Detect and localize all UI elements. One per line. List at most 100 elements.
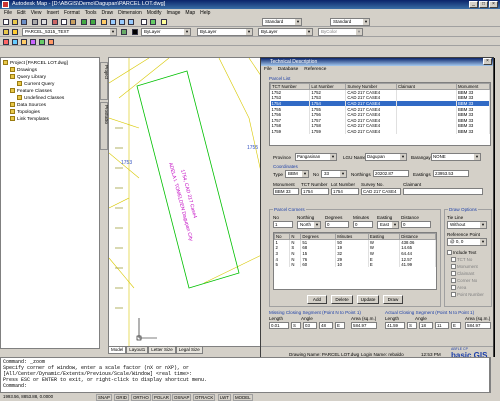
delete-button[interactable]: Delete — [331, 295, 353, 304]
dialog-menu-reference[interactable]: Reference — [304, 67, 326, 72]
lgu-select[interactable]: Dagupan — [365, 153, 407, 161]
tree-node[interactable]: Current Query — [17, 81, 54, 88]
color-icon[interactable] — [131, 28, 139, 36]
tab-prostudio[interactable]: Prostudio — [100, 102, 109, 150]
layer-manager-icon[interactable] — [2, 28, 10, 36]
redo-icon[interactable] — [89, 18, 97, 26]
table-row[interactable]: 1759 1759 CAD 217 CASE4 BBM 33 — [270, 128, 490, 135]
corner-no-checkbox[interactable]: Corner No — [451, 278, 477, 283]
menu-view[interactable]: View — [31, 9, 42, 17]
lineweight-combo[interactable]: ByLayer — [258, 28, 313, 36]
monument-field[interactable]: BBM 33 — [273, 188, 299, 195]
zoom-window-icon[interactable] — [118, 18, 126, 26]
dialog-menu-database[interactable]: Database — [278, 67, 299, 72]
map-export-icon[interactable] — [47, 38, 55, 46]
tab-letter-size[interactable]: Letter Size — [148, 347, 176, 354]
corner-no-field[interactable]: 1 — [273, 221, 293, 228]
tab-legal-size[interactable]: Legal Size — [175, 347, 203, 354]
text-style-combo[interactable]: Standard — [262, 18, 302, 26]
dim-style-combo[interactable]: Standard — [330, 18, 370, 26]
map-topology-icon[interactable] — [20, 38, 28, 46]
help-icon[interactable] — [160, 18, 168, 26]
tree-node[interactable]: Feature Classes — [10, 88, 52, 95]
map-data-icon[interactable] — [29, 38, 37, 46]
tree-node[interactable]: Undefined Classes — [17, 95, 64, 102]
design-center-icon[interactable] — [149, 18, 157, 26]
update-button[interactable]: Update — [357, 295, 379, 304]
layer-state-icon[interactable] — [11, 28, 19, 36]
command-window[interactable]: Command: _zoom Specify corner of window,… — [0, 357, 490, 393]
save-icon[interactable] — [20, 18, 28, 26]
drawing-canvas[interactable]: 1754, CAD 217 Case4 ADELA I. TOMELDEN Da… — [108, 57, 275, 347]
color-combo[interactable]: ByLayer — [141, 28, 191, 36]
print-icon[interactable] — [31, 18, 39, 26]
tree-node[interactable]: Project [PARCEL LOT.dwg] — [3, 60, 68, 67]
tree-node[interactable]: Drawings — [10, 67, 37, 74]
menu-dimension[interactable]: Dimension — [118, 9, 142, 17]
eastings-field[interactable]: 23953.53 — [433, 170, 469, 177]
point-number-checkbox[interactable]: Point Number — [451, 292, 484, 297]
undo-icon[interactable] — [80, 18, 88, 26]
corner-easting-select[interactable]: East — [377, 221, 399, 229]
menu-file[interactable]: File — [4, 9, 12, 17]
maximize-button[interactable]: □ — [479, 1, 488, 8]
barangay-select[interactable]: NONE — [431, 153, 481, 161]
map-attach-icon[interactable] — [11, 38, 19, 46]
tree-node[interactable]: Link Templates — [10, 116, 49, 123]
tab-project[interactable]: Project — [100, 62, 109, 100]
paste-icon[interactable] — [69, 18, 77, 26]
dialog-menu-file[interactable]: File — [264, 67, 272, 72]
tree-node[interactable]: Topologies — [10, 109, 40, 116]
copy-icon[interactable] — [60, 18, 68, 26]
tct-field[interactable]: 1754 — [301, 188, 329, 195]
province-select[interactable]: Pangasinan — [295, 153, 337, 161]
area-checkbox[interactable]: Area — [451, 285, 466, 290]
menu-image[interactable]: Image — [167, 9, 181, 17]
monument-checkbox[interactable]: Monument — [451, 264, 478, 269]
preview-icon[interactable] — [40, 18, 48, 26]
minimize-button[interactable]: _ — [469, 1, 478, 8]
zoom-icon[interactable] — [109, 18, 117, 26]
close-button[interactable]: × — [489, 1, 498, 8]
menu-edit[interactable]: Edit — [17, 9, 26, 17]
northings-field[interactable]: 20202.87 — [373, 170, 409, 177]
parcel-map[interactable]: 1754, CAD 217 Case4 ADELA I. TOMELDEN Da… — [109, 58, 275, 347]
command-scrollbar[interactable] — [490, 357, 500, 393]
table-row[interactable]: 5 N 60 10 E 41.99 — [274, 261, 436, 268]
cut-icon[interactable] — [51, 18, 59, 26]
claimant-field[interactable] — [403, 188, 483, 195]
menu-help[interactable]: Help — [200, 9, 210, 17]
tree-node[interactable]: Query Library — [10, 74, 46, 81]
menu-modify[interactable]: Modify — [147, 9, 162, 17]
corner-northing-select[interactable]: North — [297, 221, 321, 229]
tab-layout1[interactable]: Layout1 — [126, 347, 149, 354]
command-prompt[interactable]: Command: — [3, 383, 487, 389]
reference-point-select[interactable]: @ 0, 0 — [447, 238, 487, 246]
corner-degrees-field[interactable]: 0 — [325, 221, 349, 228]
type-select[interactable]: BBM — [285, 170, 309, 178]
survey-field[interactable]: CAD 217 CASE4 — [361, 188, 401, 195]
include-text-checkbox[interactable]: Include Text — [447, 250, 476, 255]
map-link-icon[interactable] — [38, 38, 46, 46]
tct-no-checkbox[interactable]: TCT No — [451, 257, 472, 262]
corner-distance-field[interactable]: 0 — [401, 221, 431, 228]
plotstyle-combo[interactable]: ByColor — [318, 28, 363, 36]
properties-icon[interactable] — [140, 18, 148, 26]
draw-button[interactable]: Draw — [383, 295, 403, 304]
menu-tools[interactable]: Tools — [85, 9, 97, 17]
corners-table[interactable]: No N Degrees Minutes Easting Distance 1N… — [273, 232, 437, 290]
claimant-checkbox[interactable]: Claimant — [451, 271, 474, 276]
menu-map[interactable]: Map — [185, 9, 195, 17]
linetype-combo[interactable]: ByLayer — [197, 28, 253, 36]
zoom-previous-icon[interactable] — [127, 18, 135, 26]
new-icon[interactable] — [2, 18, 10, 26]
pan-icon[interactable] — [100, 18, 108, 26]
make-current-icon[interactable] — [120, 28, 128, 36]
menu-format[interactable]: Format — [64, 9, 80, 17]
map-query-icon[interactable] — [2, 38, 10, 46]
tab-model[interactable]: Model — [108, 347, 127, 354]
menu-draw[interactable]: Draw — [101, 9, 113, 17]
no-select[interactable]: 33 — [321, 170, 347, 178]
lot-field[interactable]: 1754 — [331, 188, 359, 195]
parcel-list-table[interactable]: TCT Number Lot Number Survey Number Clai… — [269, 82, 491, 146]
